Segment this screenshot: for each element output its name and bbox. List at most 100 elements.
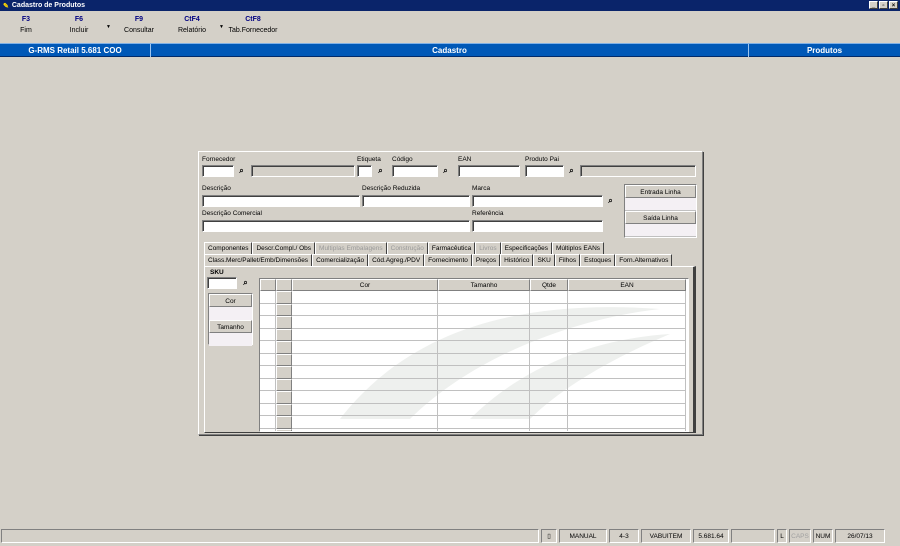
tab-filhos[interactable]: Filhos: [554, 254, 581, 266]
grid-cell[interactable]: [292, 353, 438, 366]
produto-pai-search-icon[interactable]: ⌕: [566, 165, 577, 176]
grid-cell[interactable]: [568, 366, 686, 379]
etiqueta-input[interactable]: [357, 165, 372, 177]
grid-cell[interactable]: [568, 403, 686, 416]
grid-cell[interactable]: [292, 378, 438, 391]
grid-cell[interactable]: [530, 403, 568, 416]
grid-cell[interactable]: [292, 303, 438, 316]
grid-cell[interactable]: [438, 291, 530, 304]
grid-cell[interactable]: [292, 341, 438, 354]
grid-cell[interactable]: [530, 303, 568, 316]
col-header-tamanho[interactable]: Tamanho: [438, 279, 530, 291]
grid-cell[interactable]: [568, 341, 686, 354]
grid-cell[interactable]: [438, 328, 530, 341]
sku-grid[interactable]: Cor Tamanho Qtde EAN: [259, 278, 689, 432]
grid-cell[interactable]: [530, 416, 568, 429]
close-button[interactable]: ×: [889, 1, 898, 9]
table-row[interactable]: [260, 341, 688, 354]
tab-comercializacao[interactable]: Comercialização: [312, 254, 369, 266]
sku-search-icon[interactable]: ⌕: [240, 277, 251, 288]
grid-cell[interactable]: [568, 316, 686, 329]
fornecedor-code-input[interactable]: [202, 165, 234, 177]
grid-cell[interactable]: [438, 353, 530, 366]
grid-cell[interactable]: [438, 428, 530, 431]
tab-class-merc[interactable]: Class.Merc/Pallet/Emb/Dimensões: [204, 254, 313, 266]
grid-cell[interactable]: [530, 328, 568, 341]
grid-cell[interactable]: [292, 328, 438, 341]
grid-cell[interactable]: [530, 378, 568, 391]
grid-cell[interactable]: [530, 341, 568, 354]
tab-forn-alternativos[interactable]: Forn.Alternativos: [615, 254, 673, 266]
table-row[interactable]: [260, 416, 688, 429]
table-row[interactable]: [260, 391, 688, 404]
tab-descr-compl-obs[interactable]: Descr.Compl./ Obs: [252, 242, 316, 254]
table-row[interactable]: [260, 316, 688, 329]
fim-button[interactable]: F3 Fim: [14, 16, 38, 34]
relatorio-button[interactable]: CtF4 Relatório: [176, 16, 208, 34]
grid-cell[interactable]: [530, 353, 568, 366]
table-row[interactable]: [260, 291, 688, 304]
restore-button[interactable]: ▫: [879, 1, 888, 9]
sku-input[interactable]: [207, 277, 237, 289]
tab-precos[interactable]: Preços: [471, 254, 501, 266]
table-row[interactable]: [260, 328, 688, 341]
consultar-button[interactable]: F9 Consultar: [122, 16, 156, 34]
table-row[interactable]: [260, 428, 688, 431]
grid-cell[interactable]: [568, 328, 686, 341]
grid-cell[interactable]: [292, 428, 438, 431]
tab-componentes[interactable]: Componentes: [204, 242, 253, 254]
grid-cell[interactable]: [292, 291, 438, 304]
grid-cell[interactable]: [438, 316, 530, 329]
grid-cell[interactable]: [438, 366, 530, 379]
grid-cell[interactable]: [530, 291, 568, 304]
tab-especificacoes[interactable]: Especificações: [500, 242, 552, 254]
grid-cell[interactable]: [568, 378, 686, 391]
grid-cell[interactable]: [530, 366, 568, 379]
table-row[interactable]: [260, 366, 688, 379]
grid-cell[interactable]: [568, 428, 686, 431]
tab-estoques[interactable]: Estoques: [580, 254, 616, 266]
grid-cell[interactable]: [530, 316, 568, 329]
tab-cod-agreg-pdv[interactable]: Cód.Agreg./PDV: [368, 254, 425, 266]
grid-cell[interactable]: [438, 378, 530, 391]
table-row[interactable]: [260, 378, 688, 391]
fornecedor-search-icon[interactable]: ⌕: [236, 165, 247, 176]
grid-cell[interactable]: [438, 416, 530, 429]
descricao-reduzida-input[interactable]: [362, 195, 470, 207]
grid-cell[interactable]: [438, 303, 530, 316]
grid-cell[interactable]: [438, 391, 530, 404]
marca-search-icon[interactable]: ⌕: [605, 195, 616, 206]
tab-farmaceutica[interactable]: Farmacêutica: [427, 242, 476, 254]
grid-cell[interactable]: [292, 403, 438, 416]
incluir-button[interactable]: F6 Incluir: [66, 16, 92, 34]
descricao-comercial-input[interactable]: [202, 220, 470, 232]
table-row[interactable]: [260, 353, 688, 366]
grid-cell[interactable]: [568, 291, 686, 304]
incluir-dropdown-icon[interactable]: ▼: [106, 24, 111, 30]
ean-input[interactable]: [458, 165, 520, 177]
tab-fornecimento[interactable]: Fornecimento: [424, 254, 472, 266]
etiqueta-search-icon[interactable]: ⌕: [375, 165, 386, 176]
grid-cell[interactable]: [530, 428, 568, 431]
relatorio-dropdown-icon[interactable]: ▼: [219, 24, 224, 30]
col-header-qtde[interactable]: Qtde: [530, 279, 568, 291]
minimize-button[interactable]: _: [869, 1, 878, 9]
grid-cell[interactable]: [530, 391, 568, 404]
tab-fornecedor-button[interactable]: CtF8 Tab.Fornecedor: [226, 16, 280, 34]
marca-input[interactable]: [472, 195, 603, 207]
grid-cell[interactable]: [568, 391, 686, 404]
table-row[interactable]: [260, 403, 688, 416]
grid-cell[interactable]: [438, 341, 530, 354]
grid-cell[interactable]: [292, 366, 438, 379]
col-header-ean[interactable]: EAN: [568, 279, 686, 291]
tab-historico[interactable]: Histórico: [500, 254, 534, 266]
col-header-cor[interactable]: Cor: [292, 279, 438, 291]
referencia-input[interactable]: [472, 220, 603, 232]
produto-pai-input[interactable]: [525, 165, 564, 177]
grid-cell[interactable]: [292, 316, 438, 329]
descricao-input[interactable]: [202, 195, 360, 207]
grid-cell[interactable]: [568, 353, 686, 366]
grid-cell[interactable]: [292, 391, 438, 404]
grid-cell[interactable]: [568, 303, 686, 316]
grid-cell[interactable]: [568, 416, 686, 429]
